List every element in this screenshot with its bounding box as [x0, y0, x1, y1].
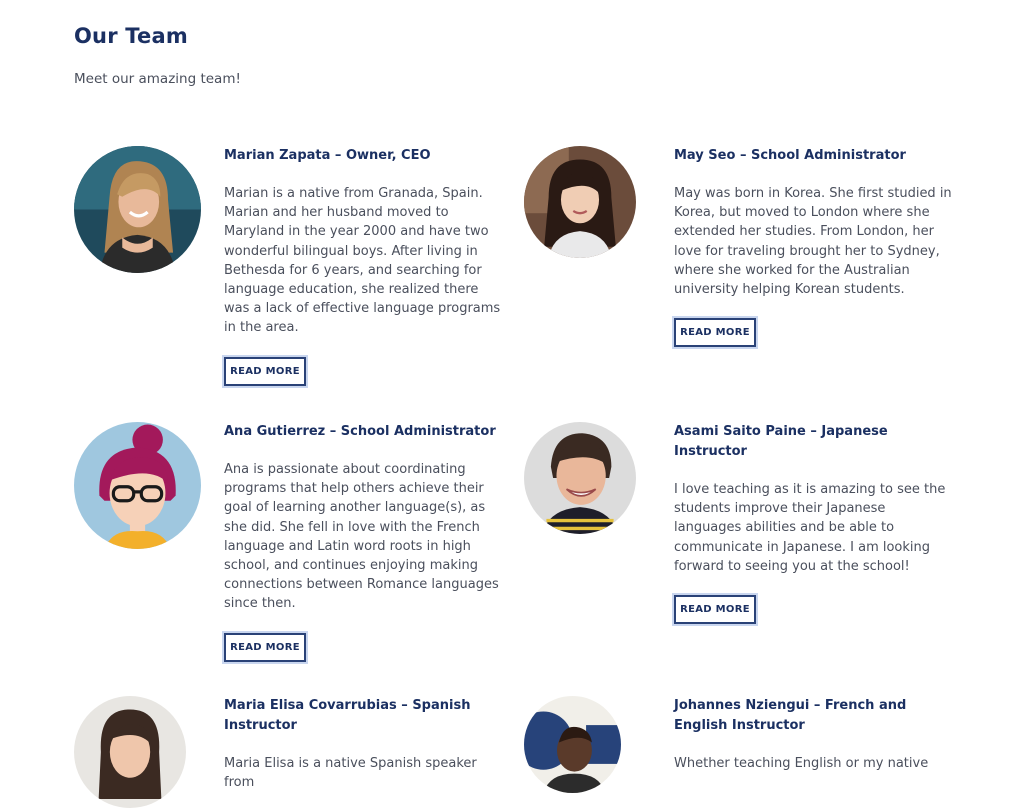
woman-portrait-photo-icon	[74, 146, 201, 273]
woman-portrait-photo-icon	[74, 696, 186, 808]
woman-portrait-photo-icon	[524, 422, 636, 534]
member-info: Johannes Nziengui – French and English I…	[674, 696, 954, 773]
member-info: Marian Zapata – Owner, CEO Marian is a n…	[224, 146, 504, 386]
member-bio: May was born in Korea. She first studied…	[674, 186, 952, 298]
read-more-button[interactable]: READ MORE	[224, 356, 306, 386]
team-page: Our Team Meet our amazing team! Marian Z…	[0, 0, 1024, 808]
member-info: Maria Elisa Covarrubias – Spanish Instru…	[224, 696, 504, 792]
man-portrait-photo-icon	[524, 696, 621, 793]
page-intro: Meet our amazing team!	[74, 71, 241, 87]
member-bio: I love teaching as it is amazing to see …	[674, 482, 946, 574]
member-photo	[74, 422, 201, 549]
member-name: Asami Saito Paine – Japanese Instructor	[674, 424, 888, 459]
member-photo	[524, 146, 636, 258]
member-name: May Seo – School Administrator	[674, 148, 906, 163]
member-name: Maria Elisa Covarrubias – Spanish Instru…	[224, 698, 471, 733]
read-more-button[interactable]: READ MORE	[224, 632, 306, 662]
member-info: May Seo – School Administrator May was b…	[674, 146, 954, 348]
member-bio: Maria Elisa is a native Spanish speaker …	[224, 756, 477, 791]
member-photo	[524, 696, 621, 793]
member-info: Asami Saito Paine – Japanese Instructor …	[674, 422, 954, 625]
read-more-button[interactable]: READ MORE	[674, 318, 756, 348]
member-bio: Marian is a native from Granada, Spain. …	[224, 186, 501, 336]
member-name: Ana Gutierrez – School Administrator	[224, 424, 496, 439]
member-bio: Whether teaching English or my native	[674, 756, 929, 771]
member-photo	[74, 696, 186, 808]
woman-portrait-photo-icon	[524, 146, 636, 258]
member-photo	[524, 422, 636, 534]
read-more-button[interactable]: READ MORE	[674, 595, 756, 625]
cartoon-avatar-woman-glasses-icon	[74, 422, 201, 549]
member-info: Ana Gutierrez – School Administrator Ana…	[224, 422, 504, 662]
member-name: Marian Zapata – Owner, CEO	[224, 148, 431, 163]
member-name: Johannes Nziengui – French and English I…	[674, 698, 907, 733]
page-title: Our Team	[74, 24, 188, 48]
member-bio: Ana is passionate about coordinating pro…	[224, 462, 499, 612]
member-photo	[74, 146, 201, 273]
